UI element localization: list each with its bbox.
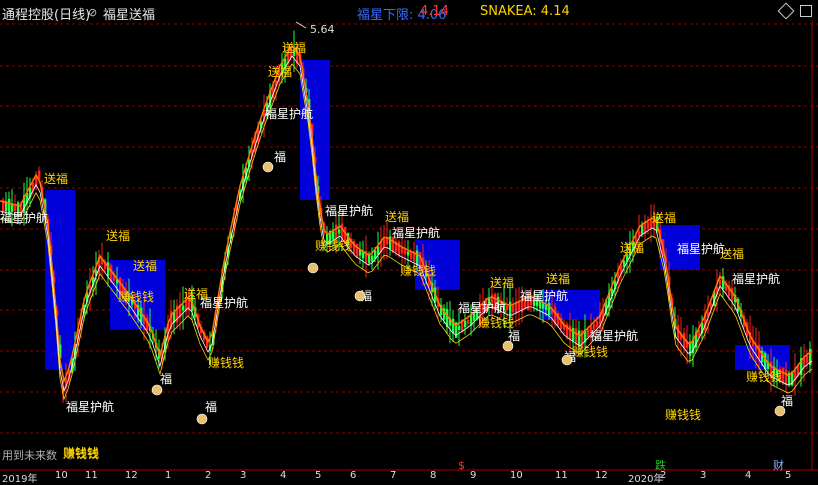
- candle-body: [338, 229, 341, 234]
- earn-label: 赚钱钱: [63, 446, 99, 461]
- x-tick-label: 11: [85, 470, 98, 481]
- chart-annotation: 赚钱钱: [478, 315, 514, 330]
- chart-annotation: 福星护航: [66, 399, 114, 414]
- x-tick-label: 3: [240, 470, 247, 481]
- chart-annotation: 福星护航: [325, 203, 373, 218]
- chart-annotation: 福星护航: [392, 225, 440, 240]
- x-tick-label: 9: [470, 470, 477, 481]
- chart-annotation: 福星护航: [732, 271, 780, 286]
- candle-body: [383, 238, 386, 248]
- x-tick-label: 10: [55, 470, 68, 481]
- chart-annotation: 送福: [133, 258, 157, 273]
- coin-icon: [502, 340, 514, 352]
- chart-annotation: 赚钱钱: [665, 407, 701, 422]
- x-tick-label: 4: [745, 470, 752, 481]
- candle-body: [677, 325, 680, 341]
- x-tick-label: 5: [785, 470, 792, 481]
- candle-body: [371, 255, 374, 262]
- x-tick-label: 1: [165, 470, 172, 481]
- coin-icon: [196, 413, 208, 425]
- candle-body: [689, 341, 692, 356]
- x-tick-label: 5: [315, 470, 322, 481]
- chart-annotation: 福星护航: [677, 241, 725, 256]
- chart-annotation: 赚钱钱: [208, 355, 244, 370]
- chart-annotation: 送福: [546, 271, 570, 286]
- candle-body: [719, 279, 722, 286]
- coin-icon: [354, 290, 366, 302]
- candle-body: [506, 305, 509, 311]
- chart-annotation: 福: [274, 149, 286, 164]
- candle-body: [452, 318, 455, 334]
- candle-body: [356, 243, 359, 258]
- chart-annotation: 赚钱钱: [315, 238, 351, 253]
- chart-annotation: 福星护航: [0, 210, 48, 225]
- candle-body: [341, 223, 344, 240]
- candle-body: [545, 305, 548, 310]
- time-axis: 2019年 10 11 12 1 2 3 4 5 6 7 8 9 10 11 12 2020年 2 3 4 5: [0, 470, 818, 485]
- chart-annotation: 福星护航: [458, 300, 506, 315]
- candle-body: [806, 355, 809, 363]
- x-tick-label: 2: [205, 470, 212, 481]
- chart-annotation: 送福: [106, 228, 130, 243]
- candle-body: [407, 251, 410, 256]
- candle-body: [107, 262, 110, 277]
- chart-annotation: 送福: [620, 240, 644, 255]
- chart-annotation: 福: [781, 393, 793, 408]
- candle-body: [404, 249, 407, 255]
- candle-body: [518, 301, 521, 311]
- x-tick-label: 8: [430, 470, 437, 481]
- candle-body: [110, 265, 113, 282]
- candle-body: [785, 369, 788, 386]
- candle-body: [467, 319, 470, 325]
- x-tick-label: 3: [700, 470, 707, 481]
- coin-icon: [774, 405, 786, 417]
- candle-body: [647, 222, 650, 229]
- max-price-label: 5.64: [310, 23, 335, 36]
- x-tick-label: 12: [125, 470, 138, 481]
- x-tick-label: 7: [390, 470, 397, 481]
- candle-body: [182, 305, 185, 311]
- chart-annotation: 送福: [282, 40, 306, 55]
- coin-icon: [151, 384, 163, 396]
- chart-annotation: 送福: [385, 209, 409, 224]
- x-tick-label: 4: [280, 470, 287, 481]
- chart-annotation: 送福: [268, 64, 292, 79]
- chart-annotation: 福: [508, 328, 520, 343]
- candle-body: [458, 325, 461, 331]
- chart-annotation: 福星护航: [265, 106, 313, 121]
- candle-body: [542, 303, 545, 309]
- candle-body: [569, 325, 572, 340]
- candle-body: [398, 241, 401, 256]
- candle-body: [683, 333, 686, 349]
- chart-annotation: 福星护航: [520, 288, 568, 303]
- candle-body: [368, 254, 371, 264]
- candlestick-chart[interactable]: 5.64送福送福送福送福送福送福送福送福 送福送福送福送福福星护航福星护航福星护航…: [0, 0, 818, 483]
- candle-body: [512, 305, 515, 313]
- candle-body: [401, 247, 404, 254]
- candle-body: [596, 321, 599, 327]
- x-tick-label: 11: [555, 470, 568, 481]
- chart-annotation: 福: [160, 371, 172, 386]
- chart-annotation: 送福: [44, 171, 68, 186]
- x-tick-label: 2: [660, 470, 667, 481]
- footer-note: 用到未来数: [2, 449, 57, 462]
- coin-icon: [307, 262, 319, 274]
- coin-icon: [561, 354, 573, 366]
- x-tick-label: 10: [510, 470, 523, 481]
- max-pointer: [295, 21, 307, 29]
- chart-annotation: 送福: [652, 210, 676, 225]
- chart-annotation: 福星护航: [200, 295, 248, 310]
- chart-annotation: 福: [205, 399, 217, 414]
- chart-annotation: 赚钱钱: [746, 369, 782, 384]
- chart-annotation: 赚钱钱: [572, 344, 608, 359]
- chart-annotation: 赚钱钱: [400, 263, 436, 278]
- chart-annotation: 福星护航: [590, 328, 638, 343]
- candle-body: [464, 320, 467, 328]
- x-tick-label: 6: [350, 470, 357, 481]
- x-tick-label: 12: [595, 470, 608, 481]
- chart-annotation: 赚钱钱: [118, 289, 154, 304]
- coin-icon: [262, 161, 274, 173]
- chart-annotation: 送福: [490, 275, 514, 290]
